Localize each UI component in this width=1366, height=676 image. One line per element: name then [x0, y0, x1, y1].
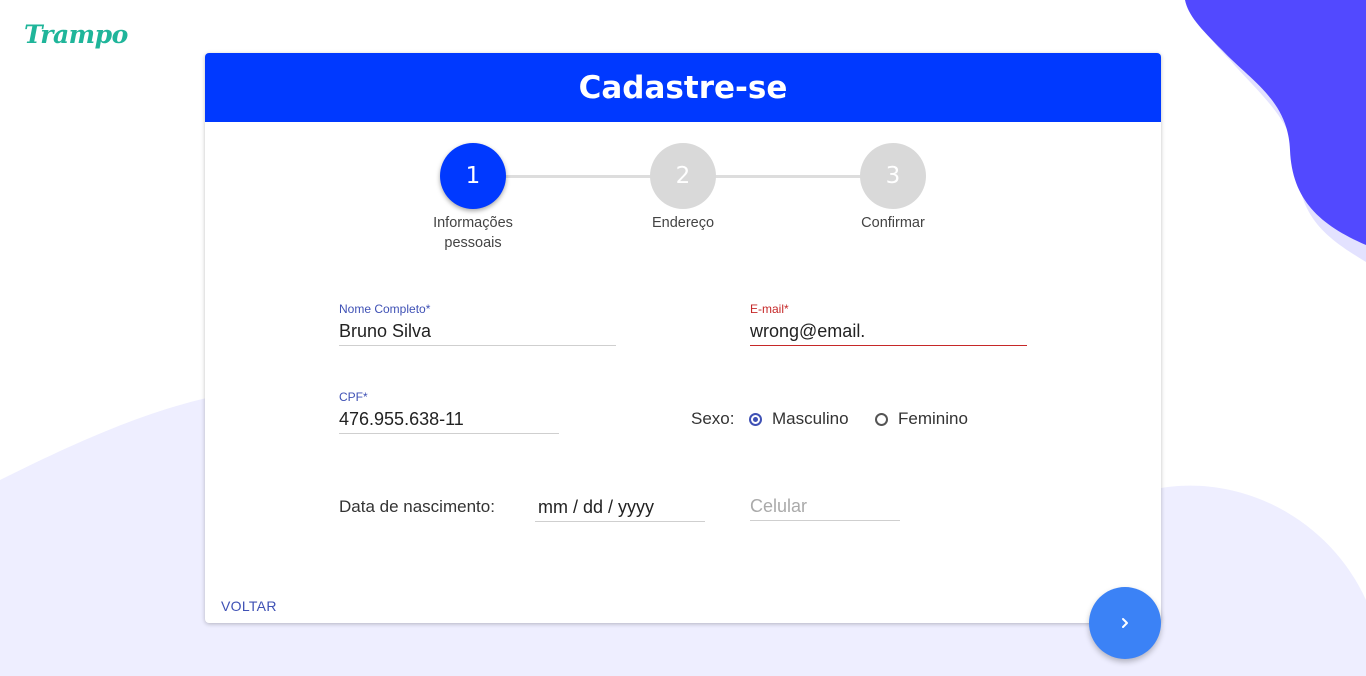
page: Trampo Cadastre-se 1 2 3 Informações pes… — [0, 0, 1366, 676]
email-label: E-mail* — [750, 302, 789, 316]
step-3-label: Confirmar — [861, 215, 925, 231]
gender-option-masculino[interactable]: Masculino — [749, 409, 849, 429]
birthdate-input[interactable]: mm / dd / yyyy — [535, 493, 705, 522]
step-1-circle: 1 — [440, 143, 506, 209]
phone-field: Celular — [750, 492, 900, 521]
step-connector — [715, 175, 865, 178]
step-number: 2 — [675, 163, 691, 189]
cpf-input[interactable]: 476.955.638-11 — [339, 405, 559, 434]
step-connector — [505, 175, 655, 178]
email-input[interactable]: wrong@email. — [750, 317, 1027, 346]
chevron-right-icon — [1122, 618, 1128, 628]
step-2-circle: 2 — [650, 143, 716, 209]
step-1-label: Informações pessoais — [433, 215, 513, 251]
step-number: 3 — [885, 163, 901, 189]
full-name-label: Nome Completo* — [339, 302, 431, 316]
gender-option-label: Masculino — [772, 409, 849, 428]
email-field: E-mail* wrong@email. — [750, 302, 1027, 346]
back-button[interactable]: VOLTAR — [221, 598, 277, 614]
corner-blob — [1185, 0, 1366, 245]
cpf-field: CPF* 476.955.638-11 — [339, 390, 559, 434]
next-button[interactable] — [1089, 587, 1161, 659]
birthdate-label: Data de nascimento: — [339, 497, 495, 516]
signup-card: Cadastre-se 1 2 3 Informações pessoais E… — [205, 53, 1161, 623]
cpf-label: CPF* — [339, 390, 368, 404]
step-2-label: Endereço — [651, 215, 715, 231]
full-name-field: Nome Completo* Bruno Silva — [339, 302, 616, 346]
gender-option-label: Feminino — [898, 409, 968, 428]
radio-unchecked-icon[interactable] — [875, 412, 888, 426]
radio-checked-icon[interactable] — [749, 412, 762, 426]
trampo-logo[interactable]: Trampo — [24, 20, 128, 49]
gender-label: Sexo: — [691, 409, 735, 428]
stepper: 1 2 3 Informações pessoais Endereço Conf… — [205, 53, 1161, 313]
full-name-input[interactable]: Bruno Silva — [339, 317, 616, 346]
phone-input[interactable]: Celular — [750, 492, 900, 521]
step-3-circle: 3 — [860, 143, 926, 209]
gender-option-feminino[interactable]: Feminino — [875, 409, 968, 429]
birthdate-field: mm / dd / yyyy — [535, 493, 705, 522]
step-number: 1 — [465, 163, 481, 189]
